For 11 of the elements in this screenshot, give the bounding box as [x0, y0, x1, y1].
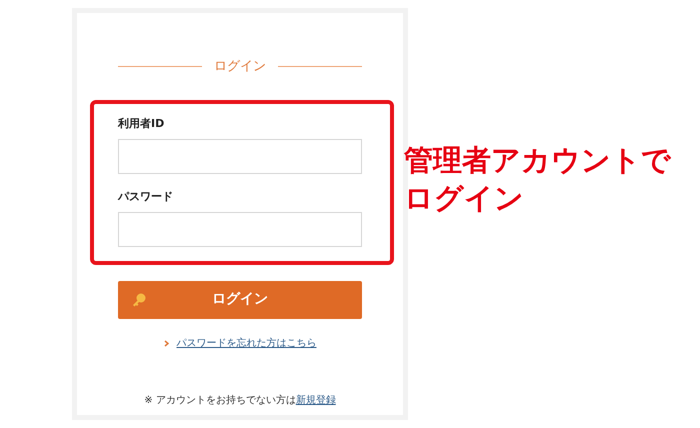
login-heading: ログイン [213, 58, 267, 76]
annotation-text: 管理者アカウントでログイン [404, 142, 672, 217]
signup-link[interactable]: 新規登録 [296, 392, 336, 408]
field-label: 利用者ID [118, 116, 166, 130]
signup-note: ※ アカウントをお持ちでない方は [144, 394, 296, 408]
key-icon [131, 292, 147, 308]
input-field[interactable] [118, 138, 362, 174]
input-field[interactable] [118, 212, 362, 246]
chevron-icon [164, 340, 168, 346]
field-label: パスワード [118, 190, 174, 204]
forgot-password-link[interactable]: パスワードを忘れた方はこちら [176, 336, 316, 350]
